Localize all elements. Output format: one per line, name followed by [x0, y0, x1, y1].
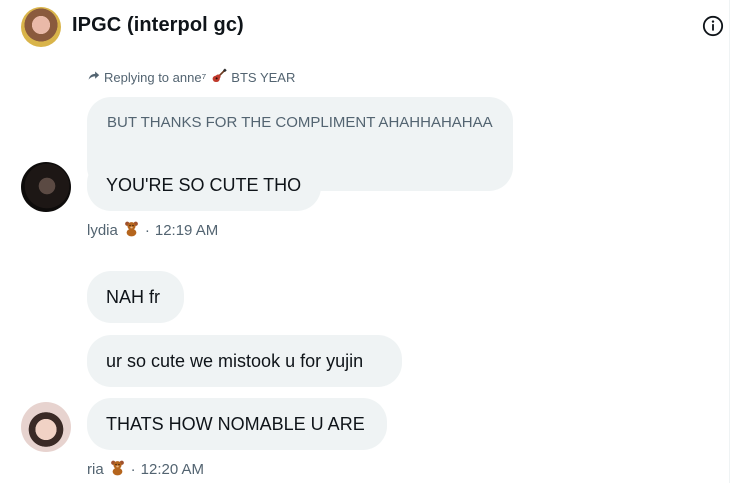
guitar-icon [210, 67, 228, 87]
dm-conversation-page: IPGC (interpol gc) Replying to anne⁷ BTS… [0, 0, 730, 483]
sender-name[interactable]: lydia [87, 222, 118, 239]
reply-context-suffix: BTS YEAR [231, 69, 296, 85]
lydia-avatar[interactable] [21, 162, 71, 212]
conversation-header: IPGC (interpol gc) [0, 0, 730, 52]
meta-separator: · [144, 221, 150, 239]
message-meta: lydia · 12:19 AM [87, 221, 218, 239]
ria-avatar[interactable] [21, 402, 71, 452]
message-bubble[interactable]: YOU'RE SO CUTE THO [87, 159, 321, 211]
message-bubble[interactable]: NAH fr [87, 271, 184, 323]
reply-arrow-icon [87, 69, 100, 85]
message-time: 12:19 AM [154, 221, 219, 239]
conversation-title[interactable]: IPGC (interpol gc) [72, 14, 244, 37]
meta-separator: · [130, 460, 136, 478]
message-meta: ria · 12:20 AM [87, 460, 204, 478]
sender-name[interactable]: ria [87, 461, 104, 478]
reply-context-prefix: Replying to anne⁷ [104, 69, 207, 85]
group-avatar[interactable] [21, 7, 61, 47]
teddy-bear-icon [109, 459, 126, 480]
teddy-bear-icon [123, 220, 140, 241]
message-time: 12:20 AM [140, 460, 205, 478]
info-icon[interactable] [702, 15, 724, 37]
reply-context[interactable]: Replying to anne⁷ BTS YEAR [87, 67, 296, 87]
message-bubble[interactable]: THATS HOW NOMABLE U ARE [87, 398, 387, 450]
message-bubble[interactable]: ur so cute we mistook u for yujin [87, 335, 402, 387]
